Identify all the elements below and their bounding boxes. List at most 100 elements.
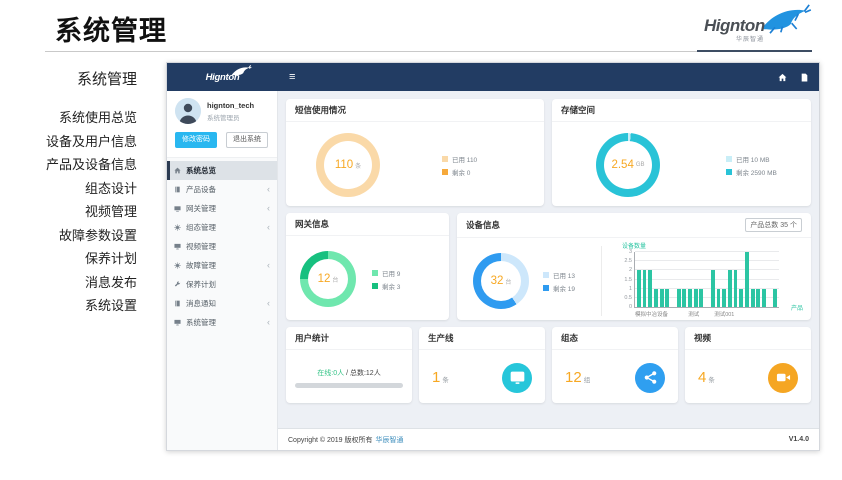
bar-slot bbox=[773, 252, 779, 307]
outer-nav-item[interactable]: 保养计划 bbox=[0, 247, 137, 271]
device-count: 32 bbox=[491, 275, 504, 287]
gateway-count: 12 bbox=[318, 273, 331, 285]
sidebar-menu-item[interactable]: 系统总览 bbox=[167, 161, 277, 180]
antelope-icon bbox=[228, 65, 254, 77]
bar bbox=[711, 270, 715, 307]
sidebar-menu-item[interactable]: 网关管理‹ bbox=[167, 199, 277, 218]
dashboard-main: 短信使用情况 110 条 已用 110剩余 0 存储空间 bbox=[278, 91, 819, 428]
card-title: 设备信息 bbox=[466, 219, 500, 231]
device-unit: 台 bbox=[505, 277, 511, 286]
sidebar-item-label: 消息通知 bbox=[186, 298, 216, 309]
company-link[interactable]: 华辰智通 bbox=[376, 435, 404, 445]
copyright-text: Copyright © 2019 版权所有 bbox=[288, 435, 373, 445]
outer-nav-item[interactable]: 设备及用户信息 bbox=[0, 130, 137, 154]
bar bbox=[751, 289, 755, 307]
sidebar-item-label: 系统总览 bbox=[186, 165, 216, 176]
legend-label: 剩余 3 bbox=[382, 281, 400, 291]
document-icon[interactable] bbox=[800, 73, 809, 82]
sidebar-menu-item[interactable]: 组态管理‹ bbox=[167, 218, 277, 237]
sidebar-item-label: 组态管理 bbox=[186, 222, 216, 233]
dashboard-window: Hignton ≡ bbox=[166, 62, 820, 451]
logout-button[interactable]: 退出系统 bbox=[226, 132, 268, 148]
chevron-left-icon: ‹ bbox=[267, 318, 270, 327]
card-title: 生产线 bbox=[428, 332, 454, 344]
stat-card: 组态12组 bbox=[552, 327, 678, 403]
bar bbox=[739, 289, 743, 307]
storage-donut-chart: 2.54 GB bbox=[596, 133, 660, 197]
bar-chart-xlabel: 产品 bbox=[791, 303, 803, 312]
outer-nav-item[interactable]: 组态设计 bbox=[0, 177, 137, 201]
page-title: 系统管理 bbox=[55, 9, 167, 48]
legend-swatch bbox=[543, 285, 549, 291]
home-icon[interactable] bbox=[778, 73, 787, 82]
sidebar-menu-item[interactable]: 故障管理‹ bbox=[167, 256, 277, 275]
menu-toggle-icon[interactable]: ≡ bbox=[289, 72, 295, 83]
sidebar-menu-item[interactable]: 视频管理 bbox=[167, 237, 277, 256]
bar bbox=[728, 270, 732, 307]
sms-usage-card: 短信使用情况 110 条 已用 110剩余 0 bbox=[286, 99, 544, 206]
chevron-left-icon: ‹ bbox=[267, 261, 270, 270]
y-axis-tick: 1.5 bbox=[624, 277, 632, 283]
sidebar-menu-item[interactable]: 消息通知 ‹ bbox=[167, 294, 277, 313]
legend-item: 剩余 2590 MB bbox=[726, 167, 777, 177]
outer-nav-item[interactable]: 视频管理 bbox=[0, 200, 137, 224]
divider bbox=[601, 246, 602, 316]
bar bbox=[660, 289, 664, 307]
bar bbox=[722, 289, 726, 307]
outer-nav-item[interactable]: 故障参数设置 bbox=[0, 224, 137, 248]
sidebar-item-label: 系统管理 bbox=[186, 317, 216, 328]
wrench-icon bbox=[174, 281, 186, 288]
video-icon bbox=[768, 363, 798, 393]
bar bbox=[677, 289, 681, 307]
outer-nav-item[interactable]: 系统使用总览 bbox=[0, 106, 137, 130]
dashboard-topbar: Hignton ≡ bbox=[167, 63, 819, 91]
monitor-icon bbox=[174, 319, 186, 326]
logo-subtitle: 华辰智通 bbox=[736, 34, 764, 43]
sidebar-logo: Hignton bbox=[167, 63, 278, 91]
sidebar-menu-item[interactable]: 系统管理 ‹ bbox=[167, 313, 277, 332]
version-label: V1.4.0 bbox=[789, 436, 809, 443]
tv-icon bbox=[174, 205, 186, 212]
bar bbox=[654, 289, 658, 307]
outer-nav-item[interactable]: 系统设置 bbox=[0, 294, 137, 318]
stat-value: 1条 bbox=[432, 369, 449, 387]
sidebar-item-label: 保养计划 bbox=[186, 279, 216, 290]
card-title: 存储空间 bbox=[561, 104, 595, 116]
stat-value: 12组 bbox=[565, 369, 590, 387]
product-total-badge[interactable]: 产品总数 35 个 bbox=[745, 218, 802, 232]
legend-label: 剩余 19 bbox=[553, 283, 575, 293]
topbar-actions bbox=[778, 73, 809, 82]
y-axis-tick: 2.5 bbox=[624, 258, 632, 264]
monitor-icon bbox=[174, 243, 186, 250]
sidebar-menu-item[interactable]: 产品设备‹ bbox=[167, 180, 277, 199]
bar-series bbox=[635, 252, 779, 307]
outer-nav-item[interactable]: 产品及设备信息 bbox=[0, 153, 137, 177]
bar bbox=[773, 289, 777, 307]
legend-item: 已用 9 bbox=[372, 268, 400, 278]
legend-label: 已用 10 MB bbox=[736, 154, 770, 164]
outer-nav-items: 系统使用总览设备及用户信息产品及设备信息组态设计视频管理故障参数设置保养计划消息… bbox=[0, 106, 137, 318]
y-axis-tick: 2 bbox=[629, 267, 632, 273]
dashboard-footer: Copyright © 2019 版权所有 华辰智通 V1.4.0 bbox=[278, 428, 819, 450]
storage-legend: 已用 10 MB 剩余 2590 MB bbox=[726, 151, 777, 180]
chevron-left-icon: ‹ bbox=[267, 185, 270, 194]
share-icon bbox=[635, 363, 665, 393]
outer-nav-item[interactable]: 消息发布 bbox=[0, 271, 137, 295]
user-stats-text: 在线:0人 / 总数:12人 bbox=[317, 368, 380, 378]
logo-text: Hignton bbox=[704, 16, 765, 36]
change-password-button[interactable]: 修改密码 bbox=[175, 132, 217, 148]
chevron-left-icon: ‹ bbox=[267, 299, 270, 308]
bar bbox=[637, 270, 641, 307]
storage-value: 2.54 bbox=[611, 159, 633, 171]
stats-row: 用户统计 在线:0人 / 总数:12人 生产线1条组态12组视频4条 bbox=[286, 327, 811, 403]
legend-swatch bbox=[372, 283, 378, 289]
monitor-chart-icon bbox=[502, 363, 532, 393]
legend-label: 已用 9 bbox=[382, 268, 400, 278]
outer-nav: 系统管理 系统使用总览设备及用户信息产品及设备信息组态设计视频管理故障参数设置保… bbox=[0, 68, 137, 318]
legend-item: 已用 10 MB bbox=[726, 154, 777, 164]
sidebar-menu-item[interactable]: 保养计划 bbox=[167, 275, 277, 294]
avatar bbox=[175, 98, 201, 124]
sms-legend: 已用 110剩余 0 bbox=[442, 151, 477, 180]
stat-card: 生产线 1条 bbox=[419, 327, 545, 403]
storage-card: 存储空间 2.54 GB 已用 10 MB 剩余 2590 MB bbox=[552, 99, 811, 206]
